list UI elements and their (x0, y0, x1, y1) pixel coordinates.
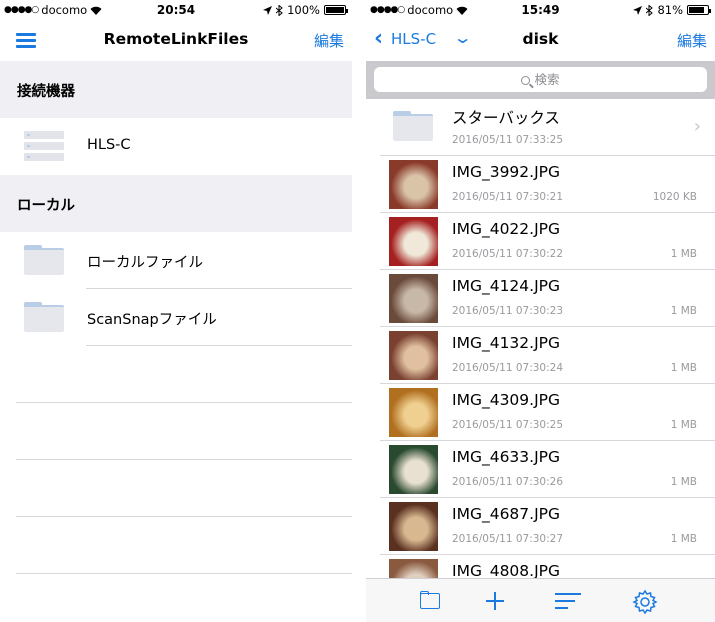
file-list: スターバックス 2016/05/11 07:33:25 › IMG_3992.JPG 2… (366, 99, 715, 579)
battery-icon (324, 5, 348, 15)
file-date: 2016/05/11 07:33:25 (452, 134, 564, 146)
file-date: 2016/05/11 07:30:24 (452, 362, 564, 374)
page-title: disk (522, 30, 559, 48)
left-screen: ●●●●○ docomo 20:54 100% RemoteLinkFiles … (0, 0, 352, 622)
file-date: 2016/05/11 07:30:26 (452, 476, 564, 488)
settings-gear-icon[interactable] (632, 589, 658, 615)
list-item-local-files[interactable]: ローカルファイル (0, 232, 352, 289)
file-name: IMG_4309.JPG (452, 391, 561, 409)
file-size: 1020 KB (652, 191, 697, 203)
file-row[interactable]: IMG_4022.JPG 2016/05/11 07:30:22 1 MB (366, 213, 715, 270)
file-size: 1 MB (670, 419, 697, 431)
divider (16, 459, 352, 460)
page-title: RemoteLinkFiles (103, 30, 249, 48)
image-thumbnail (389, 274, 438, 323)
search-input[interactable]: 検索 (374, 67, 707, 92)
divider (16, 573, 352, 574)
folder-icon[interactable] (418, 589, 444, 613)
file-row[interactable]: IMG_4309.JPG 2016/05/11 07:30:25 1 MB (366, 384, 715, 441)
divider (16, 402, 352, 403)
location-arrow-icon (633, 5, 643, 15)
bluetooth-icon (646, 4, 654, 16)
image-thumbnail (389, 388, 438, 437)
plus-icon[interactable] (482, 589, 508, 613)
status-bar: ●●●●○ docomo 20:54 100% (0, 0, 352, 20)
section-title: 接続機器 (17, 84, 75, 100)
divider (16, 516, 352, 517)
right-screen: ●●●●○ docomo 15:49 81% ‹ HLS-C ⌄ disk 編集… (366, 0, 715, 622)
file-size: 1 MB (670, 476, 697, 488)
file-row[interactable]: IMG_3992.JPG 2016/05/11 07:30:21 1020 KB (366, 156, 715, 213)
list-item-scansnap-files[interactable]: ScanSnapファイル (0, 289, 352, 346)
nav-bar: RemoteLinkFiles 編集 (0, 20, 352, 62)
section-title: ローカル (17, 198, 75, 214)
list-item-label: ScanSnapファイル (87, 312, 217, 328)
file-name: IMG_3992.JPG (452, 163, 561, 181)
file-size: 1 MB (670, 533, 697, 545)
file-name: IMG_4124.JPG (452, 277, 561, 295)
bottom-toolbar (366, 578, 715, 622)
section-header-local: ローカル (0, 175, 352, 232)
image-thumbnail (389, 502, 438, 551)
folder-row[interactable]: スターバックス 2016/05/11 07:33:25 › (366, 99, 715, 156)
sort-icon[interactable] (555, 589, 581, 613)
server-icon (24, 131, 64, 163)
file-date: 2016/05/11 07:30:23 (452, 305, 564, 317)
edit-button[interactable]: 編集 (677, 30, 707, 51)
file-date: 2016/05/11 07:30:27 (452, 533, 564, 545)
file-row[interactable]: IMG_4132.JPG 2016/05/11 07:30:24 1 MB (366, 327, 715, 384)
file-name: IMG_4132.JPG (452, 334, 561, 352)
search-icon (521, 76, 531, 85)
search-placeholder: 検索 (534, 72, 560, 87)
file-row[interactable]: IMG_4808.JPG (366, 555, 715, 579)
file-row[interactable]: IMG_4633.JPG 2016/05/11 07:30:26 1 MB (366, 441, 715, 498)
list-item-label: HLS-C (87, 137, 131, 153)
bluetooth-icon (276, 4, 283, 16)
file-name: スターバックス (452, 109, 560, 127)
edit-button[interactable]: 編集 (314, 30, 344, 51)
battery-icon (687, 5, 711, 15)
section-header-devices: 接続機器 (0, 61, 352, 118)
file-row[interactable]: IMG_4687.JPG 2016/05/11 07:30:27 1 MB (366, 498, 715, 555)
location-arrow-icon (263, 5, 273, 15)
image-thumbnail (389, 331, 438, 380)
file-name: IMG_4633.JPG (452, 448, 561, 466)
battery-percent: 100% (287, 3, 320, 17)
list-item-hls-c[interactable]: HLS-C (0, 118, 352, 175)
file-name: IMG_4687.JPG (452, 505, 561, 523)
file-size: 1 MB (670, 362, 697, 374)
list-item-label: ローカルファイル (87, 255, 203, 271)
status-bar: ●●●●○ docomo 15:49 81% (366, 0, 715, 20)
image-thumbnail (389, 559, 438, 579)
file-date: 2016/05/11 07:30:22 (452, 248, 564, 260)
folder-icon (24, 245, 64, 275)
folder-icon (24, 302, 64, 332)
file-size: 1 MB (670, 305, 697, 317)
file-name: IMG_4808.JPG (452, 562, 561, 579)
file-row[interactable]: IMG_4124.JPG 2016/05/11 07:30:23 1 MB (366, 270, 715, 327)
chevron-right-icon: › (693, 116, 701, 137)
nav-bar: ‹ HLS-C ⌄ disk 編集 (366, 20, 715, 62)
folder-icon (393, 111, 433, 141)
battery-percent: 81% (657, 3, 683, 17)
image-thumbnail (389, 445, 438, 494)
search-bar: 検索 (366, 61, 715, 99)
file-date: 2016/05/11 07:30:21 (452, 191, 564, 203)
file-date: 2016/05/11 07:30:25 (452, 419, 564, 431)
image-thumbnail (389, 160, 438, 209)
file-size: 1 MB (670, 248, 697, 260)
image-thumbnail (389, 217, 438, 266)
file-name: IMG_4022.JPG (452, 220, 561, 238)
